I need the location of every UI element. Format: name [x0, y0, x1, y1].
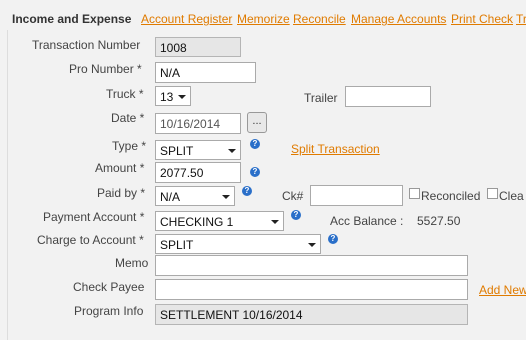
paid-by-label: Paid by *: [97, 186, 146, 200]
reconciled-checkbox[interactable]: [409, 188, 420, 199]
help-icon[interactable]: ?: [328, 234, 338, 244]
account-register-link[interactable]: Account Register: [141, 12, 232, 26]
split-transaction-link[interactable]: Split Transaction: [291, 142, 380, 156]
paid-by-select[interactable]: N/A: [155, 186, 235, 206]
amount-input[interactable]: [155, 162, 241, 183]
pro-number-input[interactable]: [155, 62, 256, 83]
program-info-label: Program Info: [74, 304, 144, 318]
payment-account-label: Payment Account *: [43, 210, 145, 224]
memo-input[interactable]: [155, 255, 468, 276]
chevron-down-icon: [222, 195, 230, 199]
print-check-link[interactable]: Print Check: [451, 12, 513, 26]
transaction-number-field: 1008: [155, 37, 241, 57]
reconcile-link[interactable]: Reconcile: [293, 12, 346, 26]
date-label: Date *: [111, 111, 145, 125]
payment-account-select-value: CHECKING 1: [160, 215, 234, 229]
chevron-down-icon: [178, 95, 186, 99]
charge-to-account-select[interactable]: SPLIT: [155, 234, 321, 254]
trailer-label: Trailer: [304, 91, 338, 105]
date-input[interactable]: [155, 113, 241, 134]
acc-balance-value: 5527.50: [417, 214, 461, 228]
chevron-down-icon: [228, 149, 236, 153]
truncated-link[interactable]: Tr: [516, 12, 526, 26]
charge-to-account-select-value: SPLIT: [160, 238, 194, 252]
truck-select-value: 13: [160, 90, 174, 104]
add-new-link[interactable]: Add New: [479, 283, 526, 297]
date-picker-button[interactable]: ...: [247, 112, 267, 133]
transaction-number-label: Transaction Number: [32, 38, 141, 52]
program-info-field: SETTLEMENT 10/16/2014: [155, 304, 468, 325]
chevron-down-icon: [271, 220, 279, 224]
type-select-value: SPLIT: [160, 144, 194, 158]
manage-accounts-link[interactable]: Manage Accounts: [351, 12, 446, 26]
help-icon[interactable]: ?: [242, 186, 252, 196]
type-select[interactable]: SPLIT: [155, 140, 241, 160]
charge-to-account-label: Charge to Account *: [37, 233, 144, 247]
help-icon[interactable]: ?: [250, 139, 260, 149]
page-title: Income and Expense: [12, 12, 132, 26]
check-number-label: Ck#: [282, 189, 304, 203]
cleared-checkbox[interactable]: [487, 188, 498, 199]
reconciled-label: Reconciled: [421, 189, 481, 203]
amount-label: Amount *: [95, 161, 145, 175]
cleared-label: Clea: [499, 189, 524, 203]
header-bar: Income and Expense Account Register Memo…: [0, 0, 526, 30]
help-icon[interactable]: ?: [291, 210, 301, 220]
check-number-input[interactable]: [310, 185, 403, 206]
acc-balance-label: Acc Balance :: [330, 214, 404, 228]
payment-account-select[interactable]: CHECKING 1: [155, 211, 284, 231]
truck-select[interactable]: 13: [155, 86, 191, 106]
memorize-link[interactable]: Memorize: [237, 12, 290, 26]
truck-label: Truck *: [106, 87, 144, 101]
help-icon[interactable]: ?: [250, 167, 260, 177]
chevron-down-icon: [308, 243, 316, 247]
pro-number-label: Pro Number *: [69, 62, 142, 76]
check-payee-input[interactable]: [155, 279, 468, 300]
check-payee-label: Check Payee: [73, 280, 145, 294]
type-label: Type *: [112, 139, 147, 153]
trailer-input[interactable]: [345, 86, 431, 107]
paid-by-select-value: N/A: [160, 190, 181, 204]
memo-label: Memo: [115, 256, 149, 270]
